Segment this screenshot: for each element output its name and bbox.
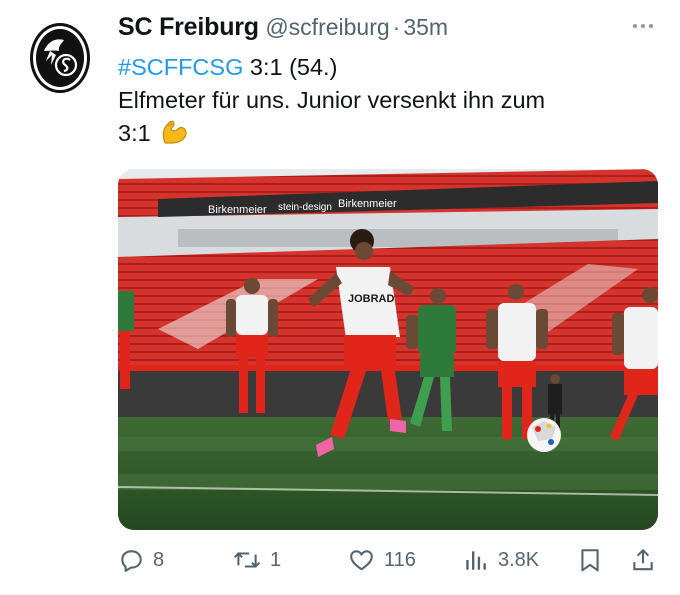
sc-freiburg-crest-icon [30,23,90,93]
share-icon [633,549,653,571]
repost-icon [233,552,261,568]
like-button[interactable]: 116 [348,540,416,580]
display-name[interactable]: SC Freiburg [118,13,259,41]
hashtag-link[interactable]: #SCFFCSG [118,54,243,80]
repost-button[interactable]: 1 [233,540,281,580]
score-text: 3:1 (54.) [243,54,338,80]
tweet-header: SC Freiburg @scfreiburg · 35m [118,13,662,45]
like-count: 116 [384,548,416,571]
user-handle[interactable]: @scfreiburg [265,14,389,40]
views-icon [466,551,486,570]
heart-icon [350,550,373,571]
flexed-biceps-emoji [159,118,189,155]
avatar[interactable] [18,16,102,100]
bookmark-button[interactable] [578,540,602,580]
reply-count: 8 [153,548,165,571]
ad-board-text: Birkenmeier [338,198,397,210]
bookmark-icon [581,549,599,572]
timestamp[interactable]: 35m [403,14,448,40]
tweet-text: #SCFFCSG 3:1 (54.) Elfmeter für uns. Jun… [118,51,658,155]
reply-button[interactable]: 8 [118,540,164,580]
tweet-line-2: Elfmeter für uns. Junior versenkt ihn zu… [118,87,546,113]
share-button[interactable] [630,540,656,580]
ad-board-text: Birkenmeier [208,204,267,216]
tweet-line-1: #SCFFCSG 3:1 (54.) [118,51,658,84]
repost-count: 1 [270,548,282,571]
tweet-actions: 8 1 116 3.8K [118,540,663,580]
tweet-line-3: 3:1 [118,117,658,155]
score-line: 3:1 [118,120,151,146]
reply-icon [121,550,142,572]
views-button[interactable]: 3.8K [463,540,539,580]
tweet-photo[interactable]: Birkenmeier stein-design Birkenmeier JOB… [118,169,658,530]
shirt-sponsor: JOBRAD [348,293,395,305]
separator-dot: · [392,14,401,40]
more-icon-dot [649,24,653,28]
ad-board-text: stein-design [278,202,332,213]
more-button[interactable] [628,14,658,38]
views-count: 3.8K [498,548,540,571]
penalty-kick-photo: Birkenmeier stein-design Birkenmeier JOB… [118,169,658,530]
more-icon-dot [641,24,645,28]
more-icon [633,24,637,28]
